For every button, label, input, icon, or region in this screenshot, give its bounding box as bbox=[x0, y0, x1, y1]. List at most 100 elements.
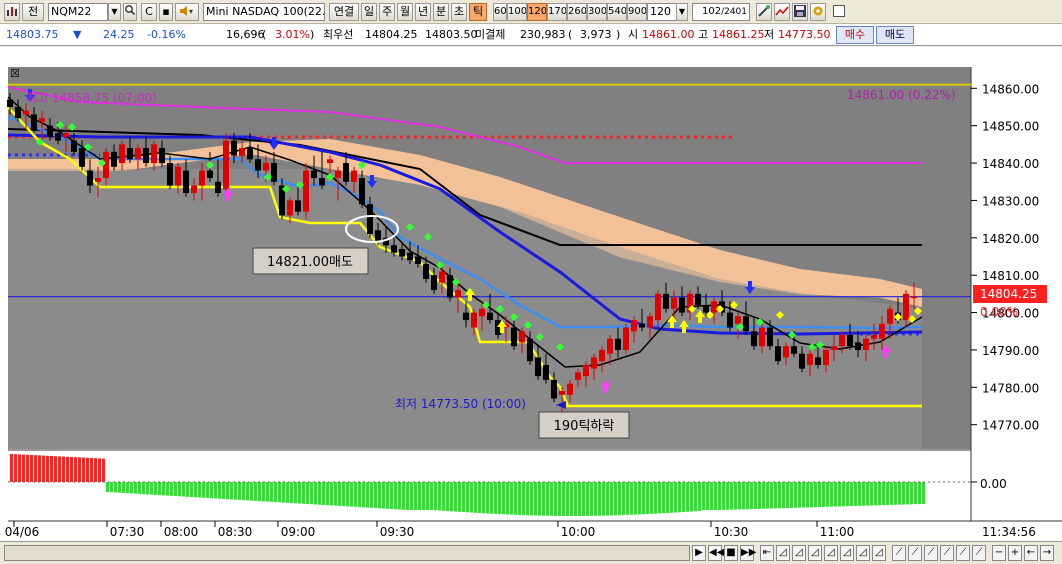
candle-body bbox=[343, 163, 349, 182]
candle-body bbox=[911, 296, 917, 299]
period-button-5[interactable]: 년 bbox=[415, 3, 431, 21]
draw-icon-6[interactable]: ⟋ bbox=[972, 545, 986, 561]
oscillator-bar bbox=[618, 482, 621, 516]
oscillator-bar bbox=[782, 482, 785, 509]
tick-button-120[interactable]: 120 bbox=[527, 3, 547, 21]
oscillator-bar bbox=[114, 482, 117, 493]
pattern-icon-2[interactable]: ◿ bbox=[792, 545, 806, 561]
oscillator-bar bbox=[606, 482, 609, 516]
candle-body bbox=[727, 312, 733, 328]
play-icon[interactable]: ▶ bbox=[692, 545, 706, 561]
corner-mark-icon[interactable]: ☒ bbox=[10, 67, 20, 80]
chart-type-icon[interactable] bbox=[4, 3, 20, 21]
period-button-4[interactable]: 월 bbox=[397, 3, 413, 21]
oscillator-bar bbox=[374, 482, 377, 509]
indicator-icon[interactable] bbox=[774, 3, 790, 21]
oscillator-bar bbox=[358, 482, 361, 508]
oscillator-bar bbox=[138, 482, 141, 494]
clock: 11:34:56 bbox=[982, 525, 1036, 539]
candle-body bbox=[15, 106, 21, 119]
candle-body bbox=[247, 148, 253, 160]
candle-body bbox=[519, 331, 525, 343]
draw-icon-1[interactable]: ⟋ bbox=[892, 545, 906, 561]
oscillator-bar bbox=[162, 482, 165, 496]
save-icon[interactable] bbox=[792, 3, 808, 21]
symbol-button[interactable]: 전 bbox=[22, 3, 44, 21]
oscillator-bar bbox=[226, 482, 229, 500]
reference-icon[interactable]: ▪ bbox=[159, 3, 173, 21]
minus-zoom-icon[interactable]: − bbox=[992, 545, 1006, 561]
arrow-left-icon[interactable]: ← bbox=[1024, 545, 1038, 561]
tools-icon[interactable] bbox=[756, 3, 772, 21]
arrow-right-icon[interactable]: → bbox=[1040, 545, 1054, 561]
period-button-3[interactable]: 주 bbox=[379, 3, 395, 21]
plus-zoom-icon[interactable]: + bbox=[1008, 545, 1022, 561]
oscillator-bar bbox=[814, 482, 817, 508]
price-chart[interactable]: ☒ 최고 14858.75 (07:00) 14861.00 (0.22%) 최… bbox=[0, 47, 1062, 541]
tick-button-60[interactable]: 60 bbox=[493, 3, 507, 21]
speaker-icon[interactable]: ▾ bbox=[175, 3, 199, 21]
low-price: 14773.50 bbox=[778, 28, 831, 41]
draw-icon-4[interactable]: ⟋ bbox=[940, 545, 954, 561]
tick-button-900[interactable]: 900 bbox=[627, 3, 647, 21]
oscillator-bar bbox=[234, 482, 237, 500]
candle-body bbox=[703, 305, 709, 313]
candle-body bbox=[23, 110, 29, 115]
tick-dropdown-arrow-icon[interactable]: ▼ bbox=[676, 3, 688, 21]
candle-body bbox=[823, 349, 829, 365]
oscillator-bar bbox=[534, 482, 537, 516]
horizontal-scrollbar[interactable] bbox=[4, 545, 690, 561]
oscillator-bar bbox=[878, 482, 881, 506]
candle-body bbox=[47, 125, 53, 137]
oscillator-bar bbox=[514, 482, 517, 515]
tick-button-170[interactable]: 170 bbox=[547, 3, 567, 21]
candle-body bbox=[79, 148, 85, 167]
tick-value-input[interactable]: 120 bbox=[647, 3, 677, 21]
y-tick-label: 14830.00 bbox=[982, 194, 1039, 208]
period-button-1[interactable]: 연결 bbox=[329, 3, 359, 21]
pattern-icon-5[interactable]: ◿ bbox=[840, 545, 854, 561]
period-button-2[interactable]: 일 bbox=[361, 3, 377, 21]
draw-icon-5[interactable]: ⟋ bbox=[956, 545, 970, 561]
draw-icon-3[interactable]: ⟋ bbox=[924, 545, 938, 561]
pattern-icon-4[interactable]: ◿ bbox=[824, 545, 838, 561]
tick-button-260[interactable]: 260 bbox=[567, 3, 587, 21]
symbol-code-input[interactable]: NQM22 bbox=[48, 3, 108, 21]
tick-button-300[interactable]: 300 bbox=[587, 3, 607, 21]
pattern-icon-3[interactable]: ◿ bbox=[808, 545, 822, 561]
candle-body bbox=[63, 133, 69, 137]
zoom-fit-icon[interactable]: ⇤ bbox=[760, 545, 774, 561]
period-button-8[interactable]: 틱 bbox=[469, 3, 487, 21]
forward-icon[interactable]: ▶▶ bbox=[740, 545, 756, 561]
candle-body bbox=[391, 245, 397, 253]
candle-body bbox=[263, 163, 269, 171]
period-button-7[interactable]: 초 bbox=[451, 3, 467, 21]
buy-button[interactable]: 매수 bbox=[836, 26, 874, 44]
oscillator-bar bbox=[654, 482, 657, 514]
period-button-6[interactable]: 분 bbox=[433, 3, 449, 21]
chart-area[interactable]: ☒ 최고 14858.75 (07:00) 14861.00 (0.22%) 최… bbox=[0, 47, 1062, 541]
oscillator-bar bbox=[922, 482, 925, 504]
oscillator-bar bbox=[610, 482, 613, 516]
tick-button-540[interactable]: 540 bbox=[607, 3, 627, 21]
tick-button-100[interactable]: 100 bbox=[507, 3, 527, 21]
stop-icon[interactable]: ■ bbox=[724, 545, 738, 561]
pattern-icon-1[interactable]: ◿ bbox=[776, 545, 790, 561]
pattern-icon-7[interactable]: ◿ bbox=[872, 545, 886, 561]
c-button[interactable]: C bbox=[141, 3, 157, 21]
oscillator-bar bbox=[394, 482, 397, 510]
symbol-dropdown-arrow-icon[interactable]: ▼ bbox=[108, 3, 121, 21]
sell-button[interactable]: 매도 bbox=[876, 26, 914, 44]
page-counter[interactable]: 102/2401 bbox=[692, 3, 750, 21]
page-counter-value: 102 bbox=[701, 6, 722, 17]
pattern-icon-6[interactable]: ◿ bbox=[856, 545, 870, 561]
oscillator-bar bbox=[658, 482, 661, 514]
candle-body bbox=[599, 349, 605, 362]
oscillator-bar bbox=[746, 482, 749, 510]
rewind-icon[interactable]: ◀◀ bbox=[708, 545, 724, 561]
search-icon[interactable] bbox=[123, 3, 137, 21]
option-checkbox[interactable] bbox=[833, 5, 845, 17]
draw-icon-2[interactable]: ⟋ bbox=[908, 545, 922, 561]
settings-gear-icon[interactable] bbox=[810, 3, 826, 21]
oscillator-bar bbox=[918, 482, 921, 505]
